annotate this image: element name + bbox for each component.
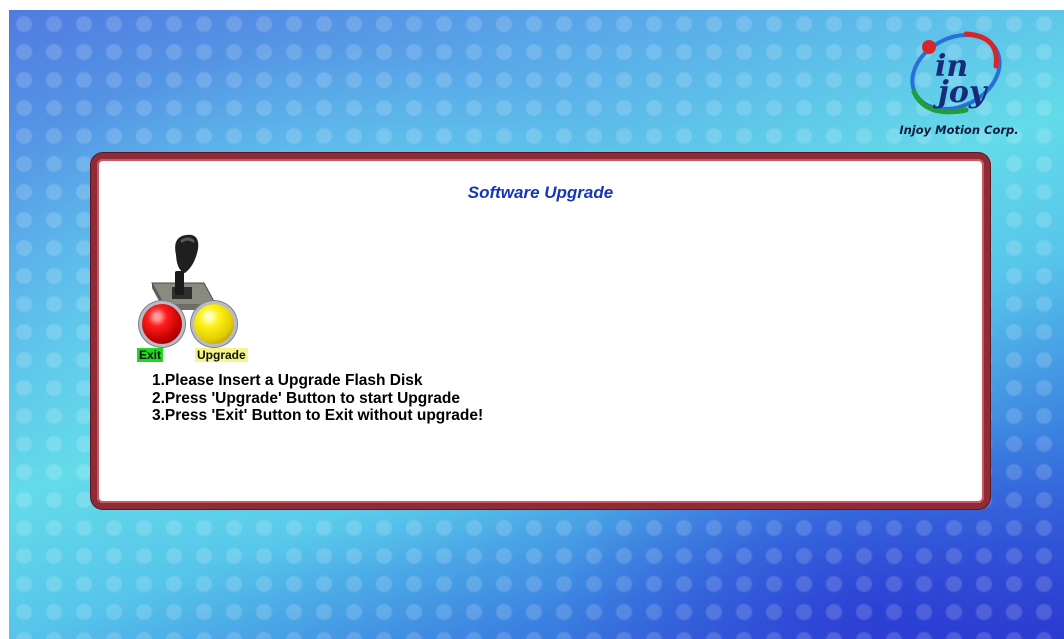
- dialog-title: Software Upgrade: [467, 183, 614, 202]
- company-logo: in joy Injoy Motion Corp.: [884, 22, 1034, 142]
- instruction-step: 1.Please Insert a Upgrade Flash Disk: [152, 372, 423, 389]
- injoy-logo-icon: in joy: [910, 31, 1002, 115]
- instruction-step: 3.Press 'Exit' Button to Exit without up…: [152, 407, 484, 424]
- svg-text:joy: joy: [933, 75, 989, 110]
- upgrade-button[interactable]: [194, 304, 234, 344]
- exit-button[interactable]: [142, 304, 182, 344]
- upgrade-button-label: Upgrade: [195, 348, 248, 362]
- exit-button-label: Exit: [137, 348, 164, 362]
- upgrade-dialog: Software Upgrade Exit Upgrade 1.Please I…: [91, 153, 990, 509]
- app-screen: in joy Injoy Motion Corp. Software Upgra…: [9, 10, 1064, 639]
- instructions-list: 1.Please Insert a Upgrade Flash Disk 2.P…: [152, 372, 483, 425]
- company-name: Injoy Motion Corp.: [899, 123, 1019, 137]
- instruction-step: 2.Press 'Upgrade' Button to start Upgrad…: [152, 389, 460, 407]
